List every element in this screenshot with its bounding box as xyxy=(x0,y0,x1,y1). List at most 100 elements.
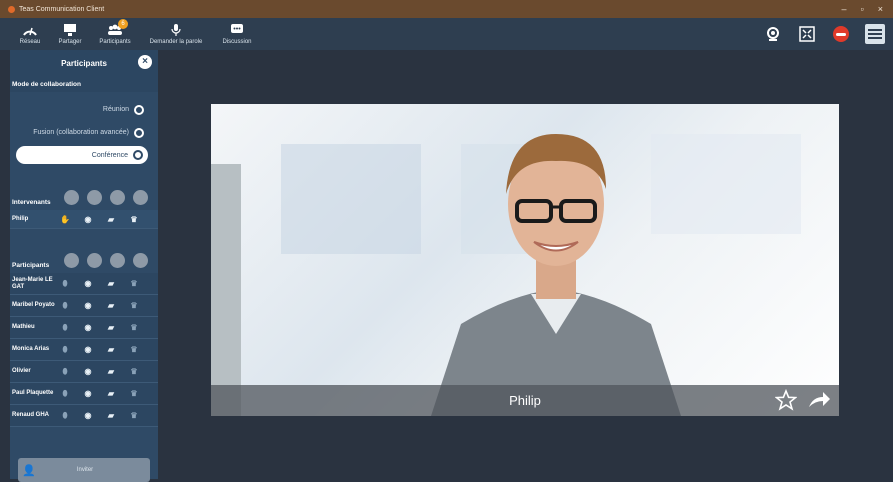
mute-all-mic-icon[interactable] xyxy=(64,253,79,268)
microphone-icon[interactable]: ⬮ xyxy=(60,301,70,311)
close-window-button[interactable]: × xyxy=(878,4,883,14)
crown-icon[interactable]: ♛ xyxy=(129,345,139,354)
mode-label: Conférence xyxy=(91,151,128,159)
all-camera-icon[interactable] xyxy=(87,190,102,205)
fullscreen-button[interactable] xyxy=(797,24,817,44)
screen-share-icon[interactable]: ▰ xyxy=(106,301,116,310)
camera-icon[interactable]: ◉ xyxy=(83,367,93,376)
screen-share-icon[interactable]: ▰ xyxy=(106,215,116,224)
participant-name: Paul Plaquette xyxy=(12,390,54,396)
crown-icon[interactable]: ♛ xyxy=(129,323,139,332)
panel-title: Participants xyxy=(61,58,107,68)
network-button[interactable]: Réseau xyxy=(10,18,50,50)
participant-row[interactable]: Mathieu ⬮ ◉ ▰ ♛ xyxy=(10,317,158,339)
invite-button[interactable]: 👤 Inviter xyxy=(18,458,150,482)
all-crown-icon[interactable] xyxy=(133,190,148,205)
toolbar: Réseau Partager Participants 6 Demander … xyxy=(0,18,893,50)
mute-all-mic-icon[interactable] xyxy=(64,190,79,205)
invite-label: Inviter xyxy=(76,467,94,473)
mode-option-fusion[interactable]: Fusion (collaboration avancée) xyxy=(10,121,158,144)
radio-selected-icon xyxy=(133,150,143,160)
microphone-icon[interactable]: ⬮ xyxy=(60,323,70,333)
menu-button[interactable] xyxy=(865,24,885,44)
close-panel-icon[interactable]: × xyxy=(138,55,152,69)
video-caption-bar: Philip xyxy=(211,385,839,416)
share-button[interactable]: Partager xyxy=(50,18,90,50)
video-feed[interactable]: Philip xyxy=(211,104,839,416)
screen-share-icon[interactable]: ▰ xyxy=(106,411,116,420)
camera-icon[interactable]: ◉ xyxy=(83,323,93,332)
mode-option-conference[interactable]: Conférence xyxy=(16,146,148,164)
hamburger-icon xyxy=(868,29,882,39)
camera-icon[interactable]: ◉ xyxy=(83,389,93,398)
all-crown-icon[interactable] xyxy=(133,253,148,268)
microphone-icon[interactable]: ⬮ xyxy=(60,367,70,377)
crown-icon[interactable]: ♛ xyxy=(129,411,139,420)
all-camera-icon[interactable] xyxy=(87,253,102,268)
screen-share-icon[interactable]: ▰ xyxy=(106,345,116,354)
crown-icon[interactable]: ♛ xyxy=(129,279,139,288)
network-label: Réseau xyxy=(19,39,41,45)
video-stage: Philip xyxy=(158,50,893,479)
camera-icon[interactable]: ◉ xyxy=(83,279,93,288)
camera-icon[interactable]: ◉ xyxy=(83,345,93,354)
participant-row[interactable]: Olivier ⬮ ◉ ▰ ♛ xyxy=(10,361,158,383)
participants-section-header: Participants xyxy=(10,245,158,273)
participants-button[interactable]: Participants 6 xyxy=(90,18,140,50)
background-plant xyxy=(211,164,241,416)
participant-name: Olivier xyxy=(12,368,31,374)
participant-name: Renaud GHA xyxy=(12,412,50,418)
request-speech-label: Demander la parole xyxy=(149,39,203,45)
screen-share-icon[interactable]: ▰ xyxy=(106,367,116,376)
window-title: Teas Communication Client xyxy=(19,5,105,13)
microphone-icon[interactable]: ⬮ xyxy=(60,389,70,399)
camera-icon[interactable]: ◉ xyxy=(83,411,93,420)
screen-share-icon[interactable]: ▰ xyxy=(106,323,116,332)
camera-icon[interactable]: ◉ xyxy=(83,215,93,224)
microphone-icon xyxy=(171,24,181,36)
chat-bubble-icon xyxy=(231,24,243,33)
hangup-button[interactable] xyxy=(831,24,851,44)
participant-row[interactable]: Jean-Marie LE GAT ⬮ ◉ ▰ ♛ xyxy=(10,273,158,295)
fullscreen-icon xyxy=(799,26,815,42)
webcam-icon xyxy=(767,27,779,41)
panel-header: Participants × xyxy=(10,50,158,76)
chat-button[interactable]: Discussion xyxy=(212,18,262,50)
mode-label: Réunion xyxy=(102,106,129,113)
all-share-icon[interactable] xyxy=(110,190,125,205)
request-speech-button[interactable]: Demander la parole xyxy=(140,18,212,50)
participant-name: Maribel Poyato xyxy=(12,302,55,308)
maximize-button[interactable]: ▫ xyxy=(861,4,864,14)
microphone-icon[interactable]: ⬮ xyxy=(60,279,70,289)
crown-icon[interactable]: ♛ xyxy=(129,215,139,224)
participant-row[interactable]: Paul Plaquette ⬮ ◉ ▰ ♛ xyxy=(10,383,158,405)
hand-raised-icon[interactable]: ✋ xyxy=(60,215,70,224)
minimize-button[interactable]: – xyxy=(842,4,847,14)
screen-share-icon[interactable]: ▰ xyxy=(106,389,116,398)
chat-label: Discussion xyxy=(222,39,252,45)
mode-option-meeting[interactable]: Réunion xyxy=(10,98,158,121)
microphone-icon[interactable]: ⬮ xyxy=(60,345,70,355)
crown-icon[interactable]: ♛ xyxy=(129,389,139,398)
gauge-icon xyxy=(23,27,37,36)
crown-icon[interactable]: ♛ xyxy=(129,367,139,376)
add-user-icon: 👤 xyxy=(22,464,36,477)
participant-row[interactable]: Monica Arias ⬮ ◉ ▰ ♛ xyxy=(10,339,158,361)
star-icon[interactable] xyxy=(775,389,797,411)
participant-row[interactable]: Maribel Poyato ⬮ ◉ ▰ ♛ xyxy=(10,295,158,317)
crown-icon[interactable]: ♛ xyxy=(129,301,139,310)
speaker-row[interactable]: Philip ✋ ◉ ▰ ♛ xyxy=(10,210,158,229)
radio-icon xyxy=(134,127,144,138)
all-share-icon[interactable] xyxy=(110,253,125,268)
person-image xyxy=(431,134,681,416)
participants-title: Participants xyxy=(12,262,50,269)
webcam-button[interactable] xyxy=(763,24,783,44)
participant-row[interactable]: Renaud GHA ⬮ ◉ ▰ ♛ xyxy=(10,405,158,427)
microphone-icon[interactable]: ⬮ xyxy=(60,411,70,421)
screen-share-icon[interactable]: ▰ xyxy=(106,279,116,288)
speaker-name: Philip xyxy=(12,215,29,222)
camera-icon[interactable]: ◉ xyxy=(83,301,93,310)
participants-count-badge: 6 xyxy=(118,19,128,29)
forward-arrow-icon[interactable] xyxy=(807,389,831,411)
app-logo xyxy=(8,5,15,13)
